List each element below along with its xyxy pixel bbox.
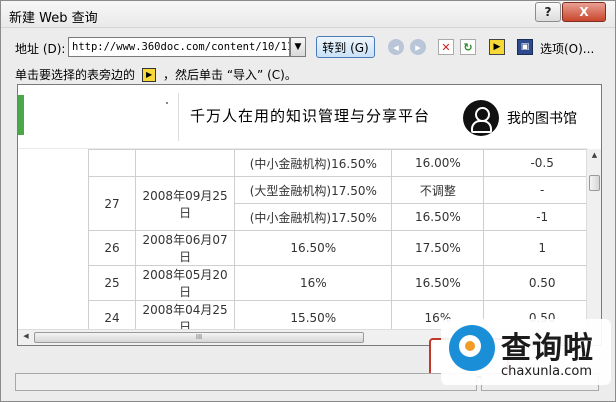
web-query-dialog: 新建 Web 查询 ? X 地址 (D): http://www.360doc.… bbox=[0, 0, 616, 402]
table-cell: (中小金融机构)16.50% bbox=[234, 149, 393, 177]
scroll-up-icon[interactable]: ▲ bbox=[589, 151, 600, 163]
table-cell: 不调整 bbox=[391, 176, 485, 204]
options-button[interactable]: 选项(O)... bbox=[540, 40, 594, 57]
table-cell: 2008年09月25日 bbox=[134, 176, 236, 231]
status-bar bbox=[15, 373, 477, 391]
table-row: 27 2008年09月25日 (大型金融机构)17.50% 不调整 - bbox=[88, 176, 601, 231]
site-slogan: 千万人在用的知识管理与分享平台 bbox=[190, 107, 431, 125]
table-cell: 27 bbox=[88, 176, 136, 231]
title-bar: 新建 Web 查询 ? X bbox=[1, 1, 615, 28]
select-table-arrow-icon: ▶ bbox=[142, 67, 157, 82]
chaxunla-logo-icon bbox=[449, 325, 495, 371]
site-logo-bar bbox=[18, 95, 24, 135]
watermark-en-text: chaxunla.com bbox=[501, 364, 592, 379]
refresh-icon[interactable]: ↻ bbox=[460, 39, 476, 55]
header-divider bbox=[178, 93, 179, 141]
table-cell: 16.50% bbox=[234, 230, 393, 266]
instruction-text-before: 单击要选择的表旁边的 bbox=[15, 68, 136, 82]
table-cell: - bbox=[483, 176, 601, 204]
table-cell: 16.50% bbox=[391, 203, 485, 231]
help-button[interactable]: ? bbox=[535, 2, 561, 22]
table-cell: 16.00% bbox=[391, 149, 485, 177]
site-header: 千万人在用的知识管理与分享平台 我的图书馆 bbox=[18, 85, 588, 149]
table-cell bbox=[88, 149, 136, 177]
instruction-text-after: ，然后单击 “导入” (C)。 bbox=[163, 68, 297, 82]
table-cell: -1 bbox=[483, 203, 601, 231]
watermark-cn-text: 查询啦 bbox=[501, 331, 594, 366]
window-title: 新建 Web 查询 bbox=[9, 11, 98, 26]
table-cell: 16.50% bbox=[391, 265, 485, 301]
go-button[interactable]: 转到 (G) bbox=[316, 36, 375, 58]
stop-icon[interactable]: ✕ bbox=[438, 39, 454, 55]
table-cell: 25 bbox=[88, 265, 136, 301]
table-cell: 26 bbox=[88, 230, 136, 266]
web-content-pane[interactable]: 千万人在用的知识管理与分享平台 我的图书馆 (中小金融机构)16.50% 16.0… bbox=[17, 84, 602, 346]
vertical-scrollbar[interactable]: ▲ bbox=[586, 149, 601, 332]
table-cell: 2008年06月07日 bbox=[134, 230, 236, 266]
my-library-link[interactable]: 我的图书馆 bbox=[507, 108, 577, 128]
table-cell: 1 bbox=[483, 230, 601, 266]
table-row: (中小金融机构)16.50% 16.00% -0.5 bbox=[88, 149, 601, 177]
rates-table: (中小金融机构)16.50% 16.00% -0.5 27 2008年09月25日 (大型… bbox=[88, 149, 601, 345]
address-input[interactable]: http://www.360doc.com/content/10/1121 bbox=[68, 37, 290, 57]
scroll-left-icon[interactable]: ◀ bbox=[20, 332, 32, 344]
table-cell: (大型金融机构)17.50% bbox=[234, 176, 393, 204]
table-cell: 0.50 bbox=[483, 265, 601, 301]
chaxunla-watermark: 查询啦 chaxunla.com bbox=[441, 319, 611, 385]
hide-icons-icon[interactable]: ▶ bbox=[489, 39, 505, 55]
header-dot bbox=[166, 102, 168, 104]
table-cell: 2008年05月20日 bbox=[134, 265, 236, 301]
back-icon[interactable]: ◂ bbox=[388, 39, 404, 55]
instruction-line: 单击要选择的表旁边的 ▶ ，然后单击 “导入” (C)。 bbox=[15, 66, 297, 83]
close-button[interactable]: X bbox=[562, 2, 606, 22]
table-cell: 17.50% bbox=[391, 230, 485, 266]
address-dropdown-button[interactable]: ▼ bbox=[290, 37, 306, 57]
table-row: 25 2008年05月20日 16% 16.50% 0.50 bbox=[88, 265, 601, 301]
user-avatar-icon[interactable] bbox=[463, 100, 499, 136]
vertical-scroll-thumb[interactable] bbox=[589, 175, 600, 191]
address-toolbar: 地址 (D): http://www.360doc.com/content/10… bbox=[1, 35, 615, 59]
save-query-icon[interactable]: ▣ bbox=[517, 39, 533, 55]
table-cell bbox=[134, 149, 236, 177]
table-cell: 16% bbox=[234, 265, 393, 301]
table-cell: (中小金融机构)17.50% bbox=[234, 203, 393, 231]
table-cell: -0.5 bbox=[483, 149, 601, 177]
address-label: 地址 (D): bbox=[15, 42, 66, 56]
forward-icon[interactable]: ▸ bbox=[410, 39, 426, 55]
horizontal-scroll-thumb[interactable]: III bbox=[34, 332, 364, 343]
table-row: 26 2008年06月07日 16.50% 17.50% 1 bbox=[88, 230, 601, 266]
